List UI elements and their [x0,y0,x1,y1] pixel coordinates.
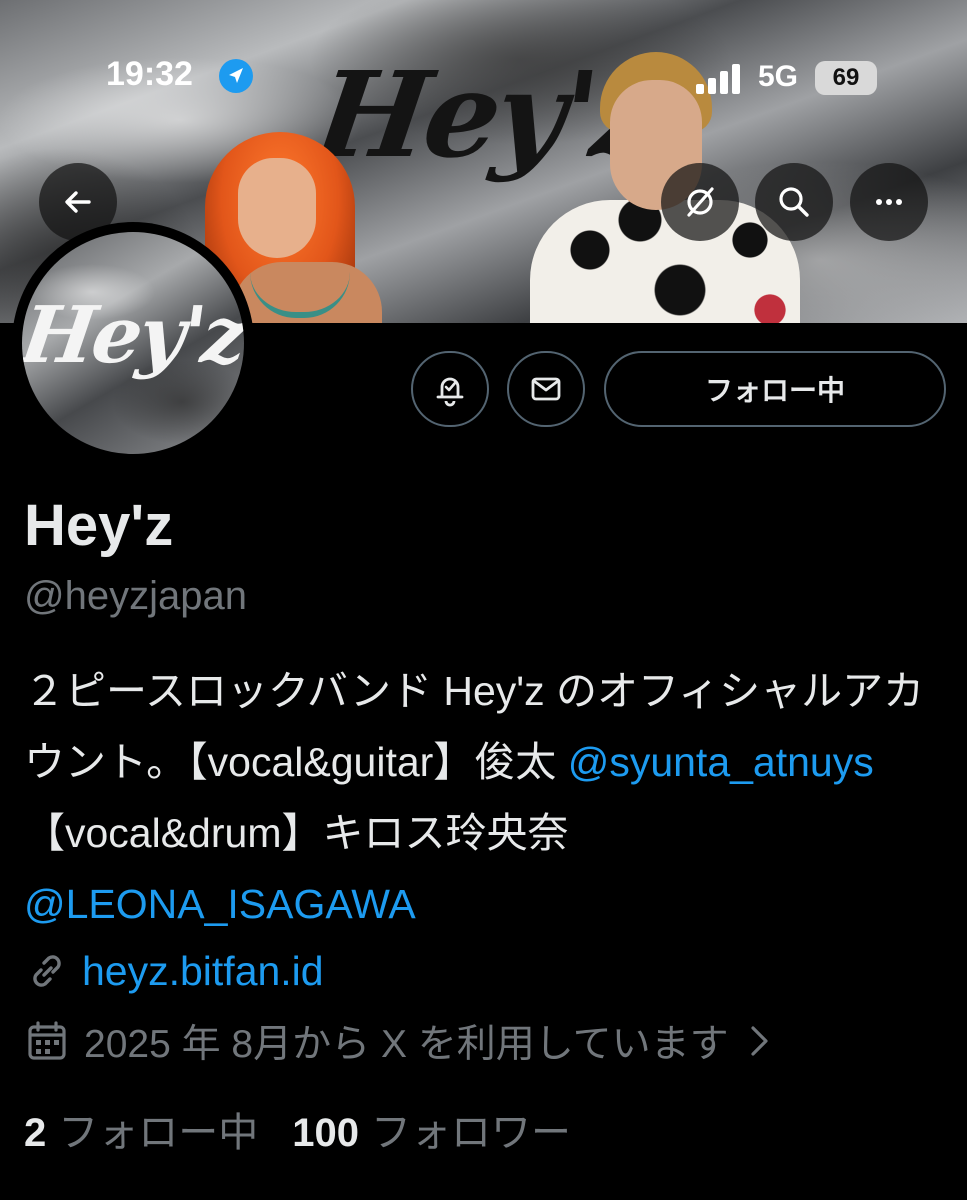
profile-handle: @heyzjapan [24,574,247,618]
envelope-icon [531,377,561,401]
more-icon [876,199,902,205]
joined-row[interactable]: 2025 年 8月から X を利用しています [24,1014,779,1068]
notification-button[interactable] [411,351,489,427]
message-button[interactable] [507,351,585,427]
followers-stat[interactable]: 100 フォロワー [292,1100,571,1158]
followers-label: フォロワー [371,1111,571,1155]
followers-count: 100 [292,1111,359,1155]
status-time: 19:32 [106,55,193,93]
search-icon [779,187,809,217]
search-button[interactable] [755,163,833,241]
avatar-logo: Hey'z [22,290,244,381]
joined-date: 2025 年 8月から X を利用しています [84,1023,729,1066]
back-arrow-icon [65,191,91,213]
calendar-icon [28,1021,66,1060]
profile-name: Hey'z [24,493,174,558]
banner-logo: Hey'z [308,45,667,184]
bio-text: 【vocal&drum】キロス玲央奈 [24,810,569,856]
mention-link-leona[interactable]: @LEONA_ISAGAWA [24,881,416,927]
more-button[interactable] [850,163,928,241]
website-link[interactable]: heyz.bitfan.id [82,948,324,995]
profile-bio: ２ピースロックバンド Hey'z のオフィシャルアカウント。【vocal&gui… [24,656,954,940]
website-row: heyz.bitfan.id [24,944,324,998]
signal-strength-icon [696,64,740,94]
notification-bell-icon [436,377,464,407]
location-arrow-icon [219,59,253,93]
follow-stats: 2 フォロー中 100 フォロワー [24,1100,571,1158]
battery-indicator: 69 [815,61,877,95]
chevron-right-icon [751,1026,768,1056]
grok-button[interactable] [661,163,739,241]
following-label: フォロー中 [58,1111,259,1155]
grok-icon [687,187,714,217]
mention-link-syunta[interactable]: @syunta_atnuys [568,739,874,785]
link-icon [33,955,61,987]
profile-avatar[interactable]: Hey'z [12,222,254,464]
following-count: 2 [24,1111,47,1155]
following-button[interactable]: フォロー中 [604,351,946,427]
following-stat[interactable]: 2 フォロー中 [24,1100,258,1158]
network-type: 5G [758,60,799,93]
